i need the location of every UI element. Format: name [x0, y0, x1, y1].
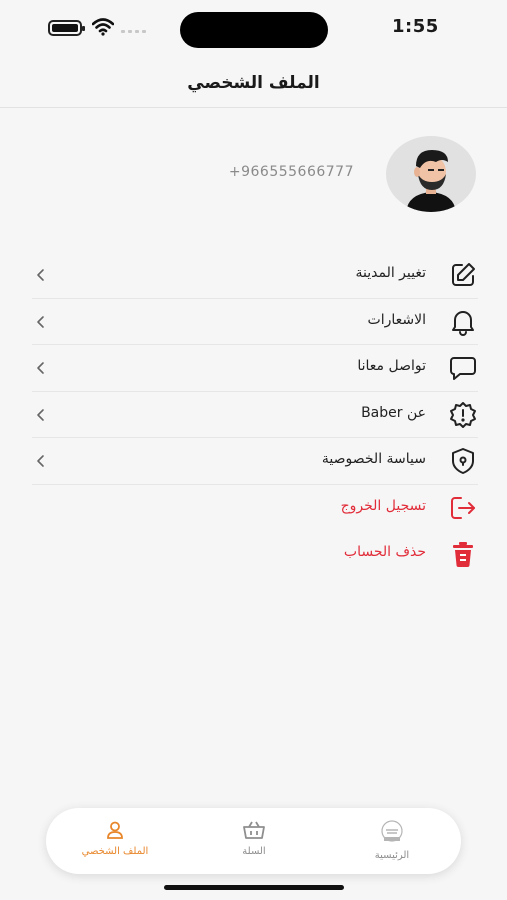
tab-label: الملف الشخصي	[81, 846, 149, 857]
page-title: الملف الشخصي	[187, 73, 320, 93]
menu-item-label: سياسة الخصوصية	[321, 451, 426, 467]
trash-icon	[448, 539, 478, 569]
menu-item-label: عن Baber	[361, 404, 426, 421]
basket-icon	[243, 821, 265, 839]
logout-icon	[448, 493, 478, 523]
tab-home[interactable]: الرئيسية	[347, 820, 437, 861]
menu-item-notifications[interactable]: الاشعارات	[32, 299, 478, 345]
home-logo-icon	[381, 820, 403, 842]
user-icon	[107, 821, 123, 839]
menu-item-label: الاشعارات	[367, 311, 426, 328]
menu-item-label: حذف الحساب	[343, 544, 426, 560]
menu-item-contact-us[interactable]: تواصل معانا	[32, 345, 478, 392]
edit-icon	[448, 260, 478, 290]
chevron-left-icon	[37, 362, 44, 374]
chevron-left-icon	[37, 269, 44, 281]
cellular-signal-icon	[121, 30, 149, 34]
bottom-tab-bar: الملف الشخصي السلة الرئيسية	[46, 808, 461, 874]
menu-item-logout[interactable]: تسجيل الخروج	[32, 485, 478, 532]
status-bar: 1:55	[0, 0, 507, 58]
battery-icon	[48, 20, 85, 36]
info-badge-icon	[448, 400, 478, 430]
chat-icon	[448, 353, 478, 383]
tab-cart[interactable]: السلة	[209, 820, 299, 857]
header: الملف الشخصي	[0, 62, 507, 108]
menu-item-privacy-policy[interactable]: سياسة الخصوصية	[32, 438, 478, 485]
tab-label: السلة	[242, 846, 266, 857]
menu-item-about[interactable]: عن Baber	[32, 392, 478, 438]
chevron-left-icon	[37, 408, 44, 421]
avatar-illustration	[406, 150, 456, 212]
menu-item-label: تسجيل الخروج	[340, 497, 426, 514]
status-time: 1:55	[392, 16, 439, 37]
menu-item-label: تغيير المدينة	[355, 265, 427, 281]
tab-profile[interactable]: الملف الشخصي	[70, 820, 160, 857]
dynamic-island	[180, 12, 328, 48]
shield-icon	[448, 446, 478, 476]
menu-item-delete-account[interactable]: حذف الحساب	[32, 531, 478, 578]
avatar[interactable]	[386, 136, 476, 212]
home-indicator	[164, 885, 344, 890]
bell-icon	[448, 307, 478, 337]
phone-number: +966555666777	[228, 164, 354, 180]
menu-item-label: تواصل معانا	[357, 358, 426, 374]
tab-label: الرئيسية	[374, 850, 410, 861]
settings-menu: تغيير المدينة الاشعارات تواصل معانا عن B…	[32, 252, 478, 578]
wifi-icon	[92, 18, 114, 36]
chevron-left-icon	[37, 455, 44, 467]
menu-item-change-city[interactable]: تغيير المدينة	[32, 252, 478, 299]
chevron-left-icon	[37, 315, 44, 328]
